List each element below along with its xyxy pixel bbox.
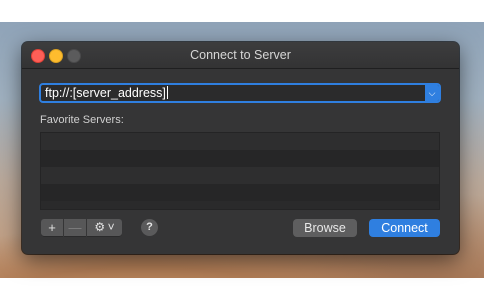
server-address-input[interactable]: ftp://:[server_address] [45,86,168,100]
remove-server-button[interactable]: — [64,219,86,236]
title-bar[interactable]: Connect to Server [22,42,459,69]
gear-icon[interactable]: ⚙ ˅ [87,219,122,236]
connect-to-server-window: Connect to Server ftp://:[server_address… [22,42,459,254]
favorite-servers-list[interactable] [40,132,440,210]
server-address-value: ftp://:[server_address] [45,86,166,100]
favorite-servers-label: Favorite Servers: [40,114,124,126]
list-item[interactable] [41,167,439,184]
help-button[interactable]: ? [141,219,158,236]
window-title: Connect to Server [190,48,291,62]
list-item[interactable] [41,150,439,167]
list-item[interactable] [41,133,439,150]
text-caret [166,86,168,99]
add-server-button[interactable]: + [41,219,63,236]
server-address-field[interactable]: ftp://:[server_address] ⌵ [39,83,441,103]
browse-button[interactable]: Browse [293,219,357,237]
chevron-down-icon[interactable]: ⌵ [425,85,439,101]
list-item[interactable] [41,184,439,201]
connect-button[interactable]: Connect [369,219,440,237]
